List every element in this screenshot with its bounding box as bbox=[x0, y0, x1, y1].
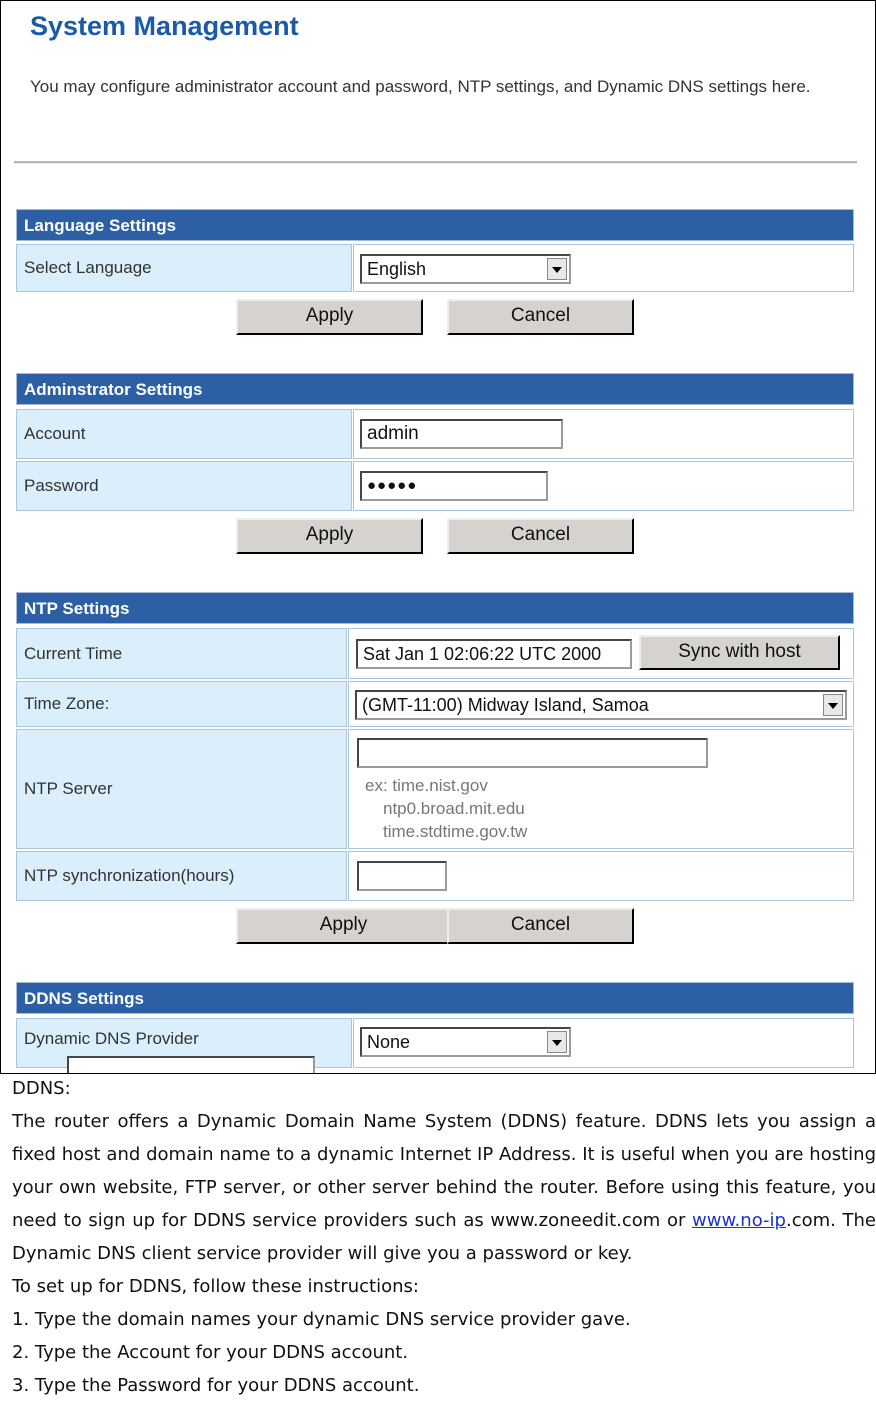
ddns-settings-header: DDNS Settings bbox=[16, 982, 854, 1014]
select-language-cell: English bbox=[353, 244, 854, 292]
ntp-apply-button[interactable]: Apply bbox=[236, 908, 451, 944]
select-language-label: Select Language bbox=[16, 244, 352, 292]
chevron-down-icon[interactable] bbox=[547, 1031, 567, 1053]
no-ip-link[interactable]: www.no-ip bbox=[692, 1210, 786, 1231]
current-time-input[interactable]: Sat Jan 1 02:06:22 UTC 2000 bbox=[356, 639, 632, 669]
account-input[interactable]: admin bbox=[360, 419, 563, 449]
admin-settings-header: Adminstrator Settings bbox=[16, 373, 854, 405]
ntp-server-cell: ex: time.nist.gov ntp0.broad.mit.edu tim… bbox=[348, 729, 854, 849]
ntp-server-hint-3: time.stdtime.gov.tw bbox=[383, 822, 528, 841]
time-zone-label: Time Zone: bbox=[16, 681, 347, 727]
account-label: Account bbox=[16, 409, 352, 459]
sync-with-host-button[interactable]: Sync with host bbox=[639, 635, 840, 670]
ntp-sync-hours-label: NTP synchronization(hours) bbox=[16, 851, 347, 901]
page-intro: You may configure administrator account … bbox=[30, 77, 811, 96]
current-time-cell: Sat Jan 1 02:06:22 UTC 2000 Sync with ho… bbox=[348, 628, 854, 679]
admin-cancel-button[interactable]: Cancel bbox=[447, 518, 634, 554]
language-cancel-button[interactable]: Cancel bbox=[447, 299, 634, 335]
admin-apply-button[interactable]: Apply bbox=[236, 518, 423, 554]
chevron-down-icon[interactable] bbox=[547, 258, 567, 280]
ntp-cancel-button[interactable]: Cancel bbox=[447, 908, 634, 944]
language-select[interactable]: English bbox=[360, 254, 571, 284]
page-title: System Management bbox=[30, 11, 299, 41]
ntp-server-hint-1: ex: time.nist.gov bbox=[365, 776, 488, 795]
ddns-provider-select[interactable]: None bbox=[360, 1027, 571, 1057]
steps-intro: To set up for DDNS, follow these instruc… bbox=[12, 1276, 419, 1297]
password-cell: ●●●●● bbox=[353, 461, 854, 511]
language-settings-header: Language Settings bbox=[16, 209, 854, 241]
ntp-sync-hours-input[interactable] bbox=[357, 861, 447, 891]
ntp-server-hint-2: ntp0.broad.mit.edu bbox=[383, 799, 525, 818]
ddns-description: The router offers a Dynamic Domain Name … bbox=[12, 1105, 876, 1270]
language-select-value: English bbox=[367, 259, 427, 279]
step-2: 2. Type the Account for your DDNS accoun… bbox=[12, 1342, 409, 1363]
current-time-label: Current Time bbox=[16, 628, 347, 679]
password-input[interactable]: ●●●●● bbox=[360, 471, 548, 501]
screenshot-frame: System Management You may configure admi… bbox=[0, 0, 876, 1074]
ddns-provider-cell: None bbox=[353, 1018, 854, 1068]
ddns-provider-select-value: None bbox=[367, 1032, 411, 1052]
step-1: 1. Type the domain names your dynamic DN… bbox=[12, 1309, 631, 1330]
time-zone-cell: (GMT-11:00) Midway Island, Samoa bbox=[348, 681, 854, 727]
divider bbox=[14, 161, 857, 164]
document-body: DDNS: The router offers a Dynamic Domain… bbox=[12, 1072, 876, 1402]
step-3: 3. Type the Password for your DDNS accou… bbox=[12, 1375, 420, 1396]
ntp-settings-header: NTP Settings bbox=[16, 592, 854, 624]
language-apply-button[interactable]: Apply bbox=[236, 299, 423, 335]
account-cell: admin bbox=[353, 409, 854, 459]
time-zone-select-value: (GMT-11:00) Midway Island, Samoa bbox=[362, 695, 649, 715]
ntp-sync-hours-cell bbox=[348, 851, 854, 901]
chevron-down-icon[interactable] bbox=[823, 694, 843, 716]
time-zone-select[interactable]: (GMT-11:00) Midway Island, Samoa bbox=[355, 690, 847, 720]
ntp-server-label: NTP Server bbox=[16, 729, 347, 849]
password-label: Password bbox=[16, 461, 352, 511]
ntp-server-input[interactable] bbox=[357, 738, 708, 768]
ddns-heading: DDNS: bbox=[12, 1078, 71, 1099]
